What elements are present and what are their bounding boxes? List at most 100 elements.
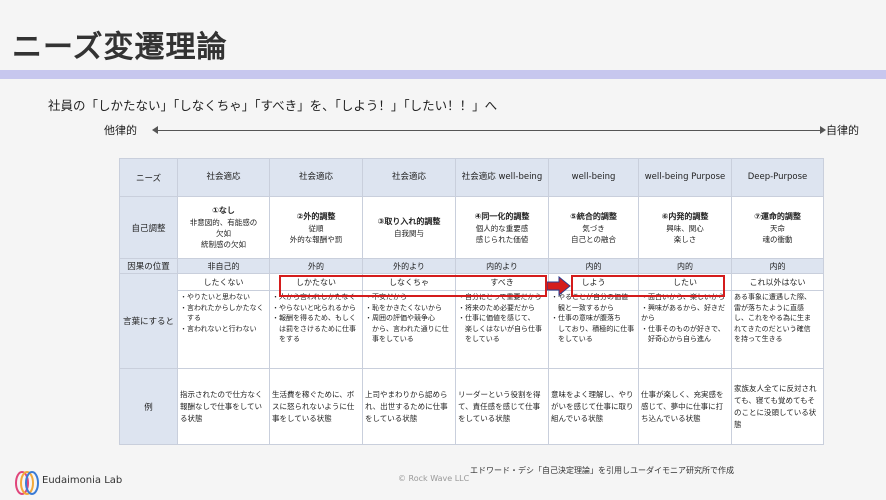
words-line: 楽しくはないが自ら仕事 — [458, 324, 542, 333]
regulation-title: ③取り入れ的調整 — [377, 217, 441, 226]
source-credit: エドワード・デシ「自己決定理論」を引用しユーダイモニア研究所で作成 — [470, 466, 734, 475]
regulation-title: ⑦運命的調整 — [754, 211, 801, 221]
locus-cell: 内的 — [638, 258, 732, 274]
row-header-self-regulation: 自己調整 — [119, 196, 178, 259]
words-line: ・仕事そのものが好きで、 — [641, 324, 725, 333]
words-line: 観と一致するから — [551, 303, 614, 312]
transition-arrow-icon — [547, 276, 571, 296]
eudaimonia-logo-icon — [15, 471, 39, 495]
needs-cell: 社会適応 well-being — [455, 158, 549, 197]
needs-cell: well-being — [548, 158, 639, 197]
words-line: 雷が落ちたように直感 — [734, 303, 804, 312]
words-cell: ・不安だから ・恥をかきたくないから ・周囲の評価や競争心 から、言われた通りに仕 … — [362, 290, 456, 369]
words-cell: ・自分にとって重要だから ・将来のため必要だから ・仕事に価値を感じて、 楽しくはな… — [455, 290, 549, 369]
example-cell: 意味をよく理解し、やりがいを感じて仕事に取り組んでいる状態 — [548, 368, 639, 445]
regulation-line: 気づき — [582, 223, 605, 233]
words-line: ある事象に遭遇した際、 — [734, 293, 811, 301]
regulation-cell: ②外的調整従順 外的な報酬や罰 — [269, 196, 363, 259]
words-line: ・周囲の評価や競争心 — [365, 314, 435, 322]
needs-cell: Deep-Purpose — [731, 158, 824, 197]
locus-cell: 内的 — [548, 258, 639, 274]
words-cell: ・人から言われしかたなく ・やらないと叱られるから ・報酬を得るため、もしく は罰を… — [269, 290, 363, 369]
locus-cell: 内的 — [731, 258, 824, 274]
example-cell: 指示されたので仕方なく報酬なしで仕事をしている状態 — [177, 368, 270, 445]
words-line: ・仕事に価値を感じて、 — [458, 314, 535, 322]
regulation-line: 天命 — [770, 223, 785, 233]
words-line: 好奇心から自ら進ん — [641, 335, 711, 343]
words-line: し、これをやる為に生ま — [734, 314, 811, 322]
example-cell: 仕事が楽しく、充実感を感じて、夢中に仕事に打ち込んでいる状態 — [638, 368, 732, 445]
regulation-title: ②外的調整 — [296, 211, 336, 221]
axis-left-label: 他律的 — [104, 124, 137, 137]
axis-right-label: 自律的 — [826, 124, 859, 137]
needs-cell: 社会適応 — [362, 158, 456, 197]
regulation-title: ⑤統合的調整 — [570, 211, 617, 221]
words-line: ・言われないと行わない — [180, 324, 257, 333]
words-line: ・将来のため必要だから — [458, 303, 535, 312]
locus-cell: 外的より — [362, 258, 456, 274]
words-cell: ・面白いから、楽しいから ・興味があるから、好きだから ・仕事そのものが好きで、 好… — [638, 290, 732, 369]
phrase-cell: これ以外はない — [731, 273, 824, 291]
words-line: ・言われたからしかたなく — [180, 303, 264, 312]
highlight-box-intrinsic — [571, 275, 725, 297]
regulation-cell: ⑤統合的調整 気づき 自己との融合 — [548, 196, 639, 259]
words-cell: ある事象に遭遇した際、 雷が落ちたように直感 し、これをやる為に生ま れてきたのだとい… — [731, 290, 824, 369]
regulation-line: 自我関与 — [394, 229, 424, 238]
locus-cell: 内的より — [455, 258, 549, 274]
example-cell: 家族友人全てに反対されても、寝ても覚めてもそのことに没頭している状態 — [731, 368, 824, 445]
words-line: ・報酬を得るため、もしく — [272, 314, 356, 322]
locus-cell: 外的 — [269, 258, 363, 274]
row-header-needs: ニーズ — [119, 158, 178, 197]
words-line: をする — [272, 335, 300, 343]
regulation-title: ①なし — [212, 206, 235, 215]
regulation-line: 楽しさ — [673, 234, 697, 244]
regulation-title: ④同一化的調整 — [474, 211, 530, 221]
words-line: する — [180, 314, 201, 322]
phrase-cell: したくない — [177, 273, 270, 291]
words-line: 事をしている — [365, 335, 414, 343]
words-cell: ・やることが自分の価値 観と一致するから ・仕事の意味が腹落ち しており、積極的に… — [548, 290, 639, 369]
locus-cell: 非自己的 — [177, 258, 270, 274]
copyright: © Rock Wave LLC — [398, 474, 470, 483]
title-accent-bar — [0, 70, 886, 79]
example-cell: 生活費を稼ぐために、ボスに怒られないように仕事をしている状態 — [269, 368, 363, 445]
regulation-line: 欠如 — [216, 229, 231, 238]
row-header-words: 言葉にすると — [119, 273, 178, 369]
highlight-box-extrinsic — [279, 275, 547, 297]
regulation-line: 自己との融合 — [571, 234, 616, 244]
words-line: ・恥をかきたくないから — [365, 303, 442, 312]
regulation-line: 統制感の欠如 — [201, 240, 246, 249]
slide-title: ニーズ変遷理論 — [12, 30, 228, 65]
axis-double-arrow — [152, 126, 826, 134]
example-cell: リーダーという役割を得て、責任感を感じて仕事をしている状態 — [455, 368, 549, 445]
words-line: ・やらないと叱られるから — [272, 303, 356, 312]
regulation-line: 従順 — [308, 223, 324, 233]
regulation-cell: ⑦運命的調整 天命 魂の衝動 — [731, 196, 824, 259]
regulation-line: 個人的な重要感 — [475, 223, 529, 233]
needs-transition-table: ニーズ 社会適応 社会適応 社会適応 社会適応 well-being well-… — [119, 158, 824, 445]
regulation-line: 非意図的、有能感の — [189, 218, 258, 227]
regulation-cell: ④同一化的調整 個人的な重要感 感じられた価値 — [455, 196, 549, 259]
regulation-title: ⑥内発的調整 — [661, 211, 709, 221]
regulation-cell: ⑥内発的調整 興味、関心 楽しさ — [638, 196, 732, 259]
words-line: をしている — [458, 335, 500, 343]
words-line: れてきたのだという確信 — [734, 324, 811, 333]
slide-subtitle: 社員の「しかたない」「しなくちゃ」「すべき」を、「しよう！」「したい！！」へ — [48, 98, 498, 113]
words-line: は罰をさけるために仕事 — [272, 324, 356, 333]
needs-cell: 社会適応 — [269, 158, 363, 197]
words-cell: ・やりたいと思わない・言われたからしかたなく する・言われないと行わない — [177, 290, 270, 369]
regulation-line: 感じられた価値 — [475, 234, 529, 244]
regulation-line: 外的な報酬や罰 — [289, 234, 343, 244]
words-line: ・やりたいと思わない — [180, 293, 250, 301]
logo-text: Eudaimonia Lab — [42, 475, 123, 486]
regulation-cell: ③取り入れ的調整 自我関与 — [362, 196, 456, 259]
words-line: ・仕事の意味が腹落ち — [551, 314, 621, 322]
words-line: から、言われた通りに仕 — [365, 324, 449, 333]
words-line: をしている — [551, 335, 593, 343]
needs-cell: 社会適応 — [177, 158, 270, 197]
words-line: ・興味があるから、好きだから — [641, 303, 725, 323]
example-cell: 上司やまわりから認められ、出世するために仕事をしている状態 — [362, 368, 456, 445]
row-header-example: 例 — [119, 368, 178, 445]
row-header-locus: 因果の位置 — [119, 258, 178, 274]
words-line: を持って生きる — [734, 335, 783, 343]
